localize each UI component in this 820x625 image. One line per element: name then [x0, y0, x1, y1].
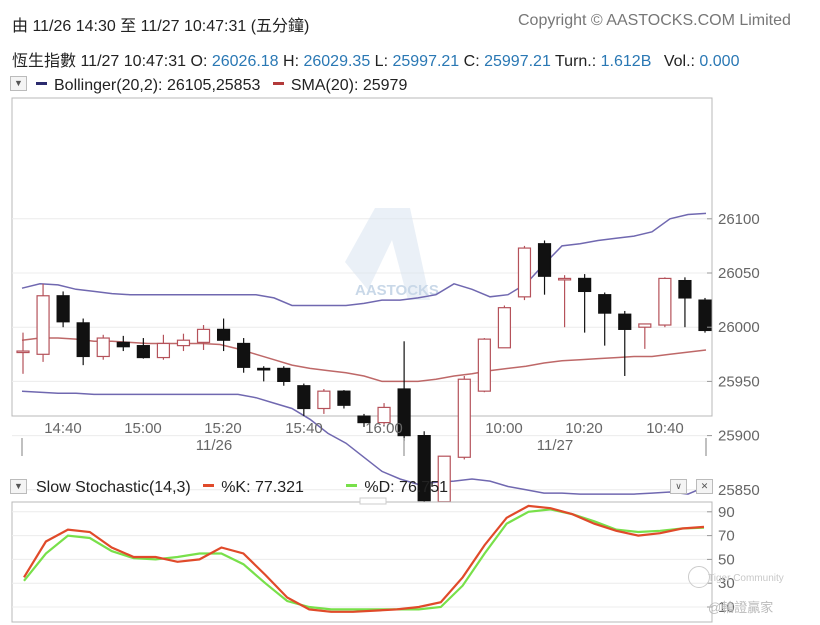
- date-axis-label: 11/26: [196, 437, 232, 454]
- community-credit-handle: @輪證贏家: [708, 600, 774, 615]
- candlestick: [56, 291, 70, 328]
- price-y-tick-label: 26000: [718, 319, 760, 336]
- candle-body: [297, 385, 311, 410]
- price-y-tick-label: 25950: [718, 373, 760, 390]
- stochastic-title: Slow Stochastic(14,3): [36, 479, 191, 496]
- candle-body: [517, 247, 532, 298]
- candlestick: [96, 334, 110, 360]
- d-swatch: [346, 484, 358, 488]
- main-chart-menu-button[interactable]: ▼: [10, 76, 27, 91]
- stochastic-dropdown-button[interactable]: ∨: [670, 479, 687, 494]
- sma-swatch: [272, 82, 284, 86]
- time-axis-label: 15:20: [204, 420, 242, 437]
- candle-body: [196, 328, 211, 343]
- time-axis-label: 16:00: [365, 420, 403, 437]
- candle-body: [156, 342, 171, 359]
- date-axis-label: 11/27: [537, 437, 573, 454]
- stochastic-legend: Slow Stochastic(14,3) %K: 77.321 %D: 76.…: [36, 479, 448, 497]
- time-axis-label: 14:40: [44, 420, 82, 437]
- candle-body: [176, 339, 191, 347]
- candle-body: [698, 299, 712, 332]
- community-credit: Tiger Community: [708, 573, 784, 584]
- stochastic-plot-frame: [11, 501, 713, 623]
- candle-body: [557, 277, 572, 281]
- stochastic-y-tick-label: 50: [718, 551, 735, 568]
- candle-body: [116, 341, 130, 348]
- price-y-tick-label: 26050: [718, 265, 760, 282]
- candlestick: [237, 338, 251, 373]
- candle-body: [36, 295, 50, 355]
- main-legend: Bollinger(20,2): 26105,25853 SMA(20): 25…: [36, 77, 407, 95]
- candle-body: [257, 367, 271, 371]
- bollinger-swatch: [36, 82, 47, 86]
- k-swatch: [203, 484, 215, 488]
- bollinger-legend-label: Bollinger(20,2): 26105,25853: [54, 77, 261, 94]
- candle-body: [16, 350, 30, 354]
- candle-body: [216, 328, 231, 341]
- candle-body: [96, 337, 110, 358]
- stochastic-close-button[interactable]: ✕: [696, 479, 713, 494]
- panel-resize-handle: [359, 497, 387, 505]
- candlestick: [477, 338, 491, 393]
- candlestick: [337, 390, 351, 409]
- candle-body: [56, 295, 70, 323]
- candle-body: [638, 323, 652, 328]
- price-y-tick-label: 25850: [718, 482, 760, 499]
- candle-body: [337, 390, 351, 406]
- candle-body: [277, 367, 291, 382]
- candle-body: [537, 243, 552, 277]
- community-logo-icon: [688, 566, 710, 588]
- candlestick: [497, 305, 512, 349]
- sma-legend-label: SMA(20): 25979: [290, 77, 408, 94]
- price-y-tick-label: 26100: [718, 211, 760, 228]
- time-axis-label: 15:00: [124, 420, 162, 437]
- candle-body: [497, 307, 512, 349]
- stochastic-y-tick-label: 90: [718, 504, 735, 521]
- candle-body: [457, 378, 471, 458]
- candle-body: [317, 390, 331, 410]
- candlestick: [36, 283, 50, 362]
- candlestick: [417, 431, 431, 514]
- candle-body: [237, 342, 251, 368]
- candle-body: [477, 338, 491, 392]
- candle-body: [136, 345, 150, 359]
- k-legend-label: %K: 77.321: [221, 479, 304, 496]
- time-axis-label: 10:20: [565, 420, 603, 437]
- candlestick: [457, 375, 471, 460]
- candle-body: [598, 294, 612, 314]
- candle-body: [76, 322, 90, 358]
- stochastic-y-tick-label: 70: [718, 528, 735, 545]
- stochastic-menu-button[interactable]: ▼: [10, 479, 27, 494]
- candle-body: [618, 313, 632, 330]
- candlestick: [658, 277, 672, 328]
- price-y-tick-label: 25900: [718, 428, 760, 445]
- candle-body: [658, 277, 672, 326]
- candlestick: [517, 245, 532, 301]
- time-axis-label: 15:40: [285, 420, 323, 437]
- candle-body: [578, 277, 592, 293]
- time-axis-label: 10:00: [485, 420, 523, 437]
- d-legend-label: %D: 76.751: [364, 479, 448, 496]
- time-axis-label: 10:40: [646, 420, 684, 437]
- candle-body: [678, 279, 692, 299]
